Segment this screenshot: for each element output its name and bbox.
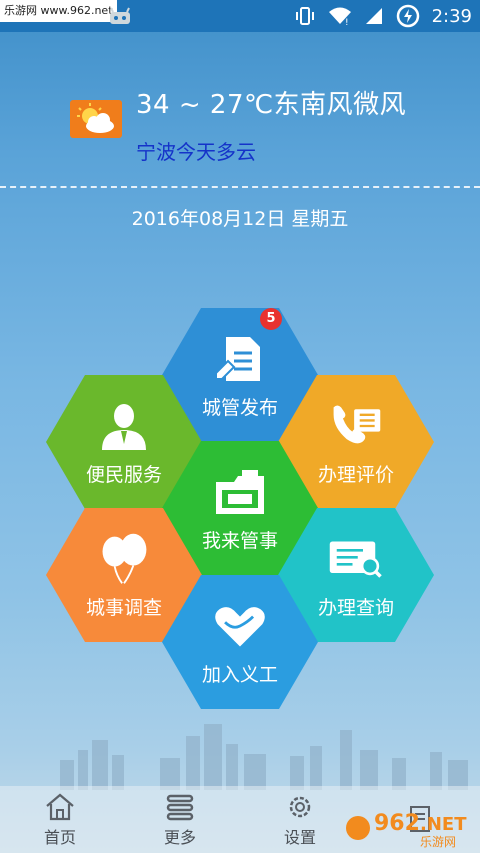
nav-home[interactable]: 首页 bbox=[0, 786, 120, 853]
menu-evaluate-label: 办理评价 bbox=[317, 463, 394, 486]
svg-text:.NET: .NET bbox=[420, 814, 467, 835]
menu-query-label: 办理查询 bbox=[317, 596, 394, 619]
menu-report-label: 我来管事 bbox=[201, 529, 278, 552]
camera-folder-icon bbox=[212, 464, 268, 520]
svg-text:!: ! bbox=[345, 18, 349, 26]
temperature-wind: 34 ~ 27℃东南风微风 bbox=[136, 90, 407, 120]
nav-more-label: 更多 bbox=[163, 827, 196, 847]
city-skyline-image bbox=[60, 724, 468, 790]
person-icon bbox=[96, 398, 152, 454]
wifi-icon: ! bbox=[328, 6, 352, 26]
status-time: 2:39 bbox=[431, 5, 472, 27]
watermark-top: 乐游网 www.962.net bbox=[0, 0, 117, 22]
nav-more[interactable]: 更多 bbox=[120, 786, 240, 853]
weather-icon bbox=[70, 100, 122, 138]
android-icon bbox=[108, 7, 132, 25]
phone-list-icon bbox=[328, 398, 384, 454]
watermark-logo: 962 .NET 乐游网 bbox=[346, 811, 467, 849]
nav-settings[interactable]: 设置 bbox=[240, 786, 360, 853]
vibrate-icon bbox=[294, 6, 316, 26]
signal-icon bbox=[364, 6, 384, 26]
city-forecast: 宁波今天多云 bbox=[136, 140, 256, 164]
gear-icon bbox=[283, 792, 317, 822]
heart-hands-icon bbox=[212, 598, 268, 654]
nav-home-label: 首页 bbox=[43, 827, 76, 847]
status-left-icons bbox=[108, 7, 132, 25]
svg-text:乐游网: 乐游网 bbox=[420, 835, 456, 849]
nav-settings-label: 设置 bbox=[283, 827, 316, 847]
document-edit-icon bbox=[212, 331, 268, 387]
status-bar: 乐游网 www.962.net ! 2:39 bbox=[0, 0, 480, 32]
menu-publish-label: 城管发布 bbox=[201, 396, 278, 419]
search-card-icon bbox=[328, 531, 384, 587]
menu-volunteer-label: 加入义工 bbox=[201, 663, 278, 686]
notification-badge: 5 bbox=[260, 308, 282, 330]
divider bbox=[0, 186, 480, 188]
date-text: 2016年08月12日 星期五 bbox=[131, 208, 349, 230]
status-right: ! 2:39 bbox=[294, 0, 472, 32]
battery-charging-icon bbox=[396, 4, 420, 28]
balloons-icon bbox=[96, 531, 152, 587]
home-icon bbox=[43, 792, 77, 822]
menu-service-label: 便民服务 bbox=[85, 463, 162, 486]
svg-text:962: 962 bbox=[374, 811, 420, 836]
menu-icon bbox=[163, 792, 197, 822]
menu-survey-label: 城事调查 bbox=[85, 596, 162, 619]
